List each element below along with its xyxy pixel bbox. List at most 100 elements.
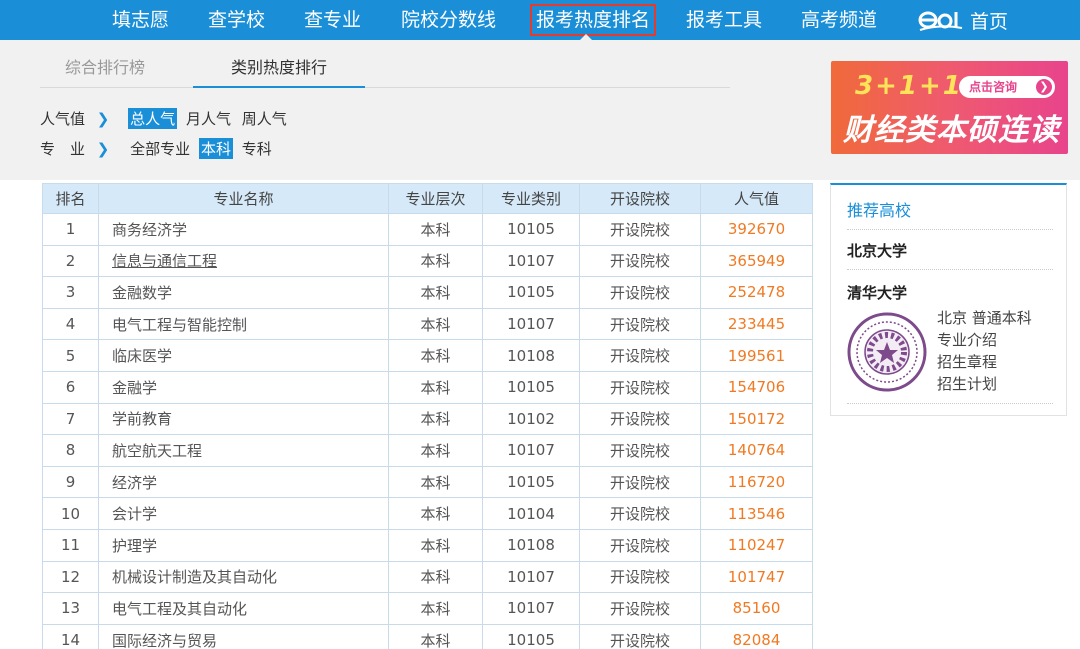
popularity-cell: 140764 [700,434,813,467]
filter-option-all-majors[interactable]: 全部专业 [128,138,192,159]
tab-overall-ranking[interactable]: 综合排行榜 [65,48,145,88]
major-name-link[interactable]: 机械设计制造及其自动化 [112,568,277,586]
schools-cell[interactable]: 开设院校 [579,213,701,246]
schools-cell[interactable]: 开设院校 [579,592,701,625]
divider [847,269,1053,270]
rank-cell: 11 [42,528,99,562]
table-row: 5 临床医学 本科 10108 开设院校 199561 [42,339,813,372]
popularity-cell: 110247 [700,528,813,562]
major-name-link[interactable]: 航空航天工程 [112,442,202,460]
major-name-link[interactable]: 国际经济与贸易 [112,632,217,649]
link-admission-rules[interactable]: 招生章程 [937,351,997,372]
schools-cell[interactable]: 开设院校 [579,560,701,594]
schools-cell[interactable]: 开设院校 [579,370,701,404]
major-name-cell[interactable]: 国际经济与贸易 [98,623,389,649]
major-name-cell[interactable]: 金融数学 [98,276,389,309]
schools-cell[interactable]: 开设院校 [579,434,701,467]
nav-item-tools[interactable]: 报考工具 [686,0,762,40]
home-link[interactable]: 首页 [918,0,1008,40]
filter-option-weekly[interactable]: 周人气 [240,108,289,129]
major-name-cell[interactable]: 经济学 [98,465,389,499]
major-name-cell[interactable]: 机械设计制造及其自动化 [98,560,389,594]
schools-cell[interactable]: 开设院校 [579,528,701,562]
eol-logo-icon [918,0,964,40]
schools-cell[interactable]: 开设院校 [579,307,701,341]
major-name-link[interactable]: 电气工程及其自动化 [112,600,247,618]
filter-option-monthly[interactable]: 月人气 [184,108,233,129]
schools-cell[interactable]: 开设院校 [579,244,701,278]
major-name-cell[interactable]: 会计学 [98,497,389,530]
table-row: 2 信息与通信工程 本科 10107 开设院校 365949 [42,244,813,278]
filter-option-junior-college[interactable]: 专科 [240,138,274,159]
category-cell: 10105 [482,465,580,499]
level-cell: 本科 [388,623,483,649]
popularity-cell: 365949 [700,244,813,278]
major-name-link[interactable]: 金融学 [112,379,157,397]
major-name-cell[interactable]: 金融学 [98,370,389,404]
major-name-link[interactable]: 学前教育 [112,410,172,428]
table-row: 1 商务经济学 本科 10105 开设院校 392670 [42,213,813,246]
filter-option-total[interactable]: 总人气 [128,108,178,129]
ad-consult-button[interactable]: 点击咨询 ❯ [959,76,1055,98]
popularity-cell: 154706 [700,370,813,404]
category-cell: 10105 [482,370,580,404]
major-name-cell[interactable]: 航空航天工程 [98,434,389,467]
major-name-link[interactable]: 信息与通信工程 [112,252,217,270]
schools-cell[interactable]: 开设院校 [579,465,701,499]
header-level: 专业层次 [388,183,483,214]
major-name-link[interactable]: 电气工程与智能控制 [112,316,247,334]
nav-item-search-major[interactable]: 查专业 [304,0,361,40]
school-tsinghua[interactable]: 清华大学 [847,282,907,303]
popularity-cell: 199561 [700,339,813,372]
level-cell: 本科 [388,497,483,530]
major-name-cell[interactable]: 信息与通信工程 [98,244,389,278]
major-name-link[interactable]: 护理学 [112,537,157,555]
category-cell: 10107 [482,434,580,467]
header-schools: 开设院校 [579,183,701,214]
major-name-cell[interactable]: 临床医学 [98,339,389,372]
link-major-intro[interactable]: 专业介绍 [937,329,997,350]
table-row: 7 学前教育 本科 10102 开设院校 150172 [42,402,813,436]
major-name-link[interactable]: 经济学 [112,474,157,492]
school-pku[interactable]: 北京大学 [847,240,907,261]
ad-banner[interactable]: 3+1+1 点击咨询 ❯ 财经类本硕连读 [831,61,1068,154]
major-name-cell[interactable]: 护理学 [98,528,389,562]
link-enrollment-plan[interactable]: 招生计划 [937,373,997,394]
major-filter-label: 专 业 [40,140,86,158]
schools-cell[interactable]: 开设院校 [579,402,701,436]
nav-item-popularity-ranking[interactable]: 报考热度排名 [530,4,657,36]
schools-cell[interactable]: 开设院校 [579,497,701,530]
schools-cell[interactable]: 开设院校 [579,623,701,649]
popularity-cell: 392670 [700,213,813,246]
major-name-cell[interactable]: 商务经济学 [98,213,389,246]
table-row: 4 电气工程与智能控制 本科 10107 开设院校 233445 [42,307,813,341]
schools-cell[interactable]: 开设院校 [579,339,701,372]
nav-item-search-school[interactable]: 查学校 [208,0,265,40]
major-name-cell[interactable]: 电气工程及其自动化 [98,592,389,625]
category-cell: 10107 [482,307,580,341]
rank-cell: 9 [42,465,99,499]
tab-category-ranking[interactable]: 类别热度排行 [193,48,365,88]
table-row: 10 会计学 本科 10104 开设院校 113546 [42,497,813,530]
major-name-link[interactable]: 商务经济学 [112,221,187,239]
filter-option-undergraduate[interactable]: 本科 [198,138,233,159]
major-name-cell[interactable]: 电气工程与智能控制 [98,307,389,341]
level-cell: 本科 [388,213,483,246]
table-row: 3 金融数学 本科 10105 开设院校 252478 [42,276,813,309]
major-name-link[interactable]: 会计学 [112,505,157,523]
major-name-cell[interactable]: 学前教育 [98,402,389,436]
popularity-cell: 101747 [700,560,813,594]
nav-item-gaokao-channel[interactable]: 高考频道 [801,0,877,40]
category-cell: 10107 [482,560,580,594]
home-label: 首页 [970,10,1009,33]
header-popularity: 人气值 [700,183,813,214]
category-cell: 10104 [482,497,580,530]
nav-item-score-lines[interactable]: 院校分数线 [401,0,496,40]
nav-item-fill-application[interactable]: 填志愿 [112,0,169,40]
major-name-link[interactable]: 临床医学 [112,347,172,365]
schools-cell[interactable]: 开设院校 [579,276,701,309]
major-name-link[interactable]: 金融数学 [112,284,172,302]
major-filter: 专 业 ❯ 全部专业 本科 专科 [40,138,276,159]
level-cell: 本科 [388,560,483,594]
popularity-cell: 113546 [700,497,813,530]
